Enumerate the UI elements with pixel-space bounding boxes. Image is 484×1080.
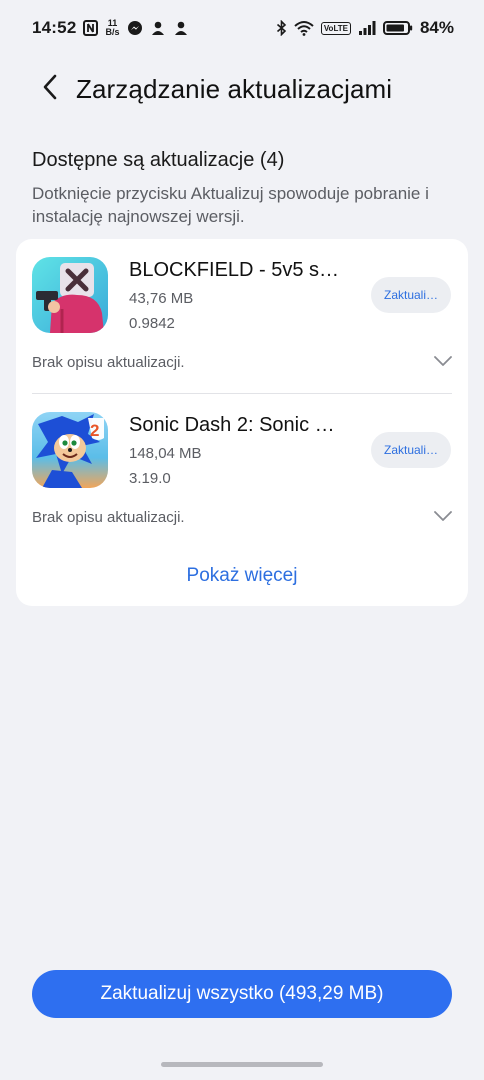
user-icon [150,20,166,36]
volte-badge: VoLTE [320,21,351,35]
signal-icon [358,20,376,36]
svg-text:2: 2 [90,421,99,440]
status-right: VoLTE 84% [276,18,454,38]
battery-icon [382,20,413,36]
network-speed-unit: B/s [105,27,120,37]
page-title: Zarządzanie aktualizacjami [76,73,393,104]
sonic-dash-2-app-icon[interactable]: 2 [32,412,108,488]
section-description: Dotknięcie przycisku Aktualizuj spowoduj… [32,184,429,226]
clock: 14:52 [32,18,77,37]
update-all-button[interactable]: Zaktualizuj wszystko (493,29 MB) [32,970,452,1018]
update-description-toggle[interactable]: Brak opisu aktualizacji. [32,506,452,528]
app-version: 3.19.0 [129,470,171,487]
app-size: 148,04 MB [129,445,202,462]
app-update-item: BLOCKFIELD - 5v5 s… 43,76 MB 0.9842 Zakt… [16,239,468,394]
app-version: 0.9842 [129,315,175,332]
app-bar: Zarządzanie aktualizacjami [0,66,484,112]
network-speed: 11 B/s [105,19,119,37]
section-title: Dostępne są aktualizacje (4) [32,149,285,171]
status-bar: 14:52 11 B/s VoLTE 84% [0,0,484,56]
app-size: 43,76 MB [129,290,194,307]
update-button[interactable]: Zaktuali… [371,432,451,468]
app-name: Sonic Dash 2: Sonic … [129,414,335,436]
update-management-screen: 14:52 11 B/s VoLTE 84% Zarządzanie aktua… [0,0,484,1080]
wifi-icon [294,20,314,36]
home-indicator[interactable] [161,1062,323,1067]
update-description: Brak opisu aktualizacji. [32,353,185,371]
back-button[interactable] [30,69,70,109]
chevron-down-icon [434,508,452,526]
chevron-down-icon [434,353,452,371]
update-description-toggle[interactable]: Brak opisu aktualizacji. [32,351,452,373]
nfc-icon [83,20,99,36]
user-icon-2 [173,20,189,36]
back-arrow-icon [42,74,58,105]
update-button[interactable]: Zaktuali… [371,277,451,313]
status-left: 14:52 11 B/s [32,18,189,38]
update-description: Brak opisu aktualizacji. [32,508,185,526]
messenger-icon [127,20,143,36]
bluetooth-icon [276,20,287,36]
blockfield-app-icon[interactable] [32,257,108,333]
battery-percent: 84% [419,18,454,37]
app-name: BLOCKFIELD - 5v5 s… [129,259,340,281]
show-more-link[interactable]: Pokaż więcej [16,565,468,587]
app-update-item: 2 Sonic Dash 2: Sonic … 148,04 MB 3.19.0… [16,394,468,544]
updates-card: BLOCKFIELD - 5v5 s… 43,76 MB 0.9842 Zakt… [16,239,468,606]
